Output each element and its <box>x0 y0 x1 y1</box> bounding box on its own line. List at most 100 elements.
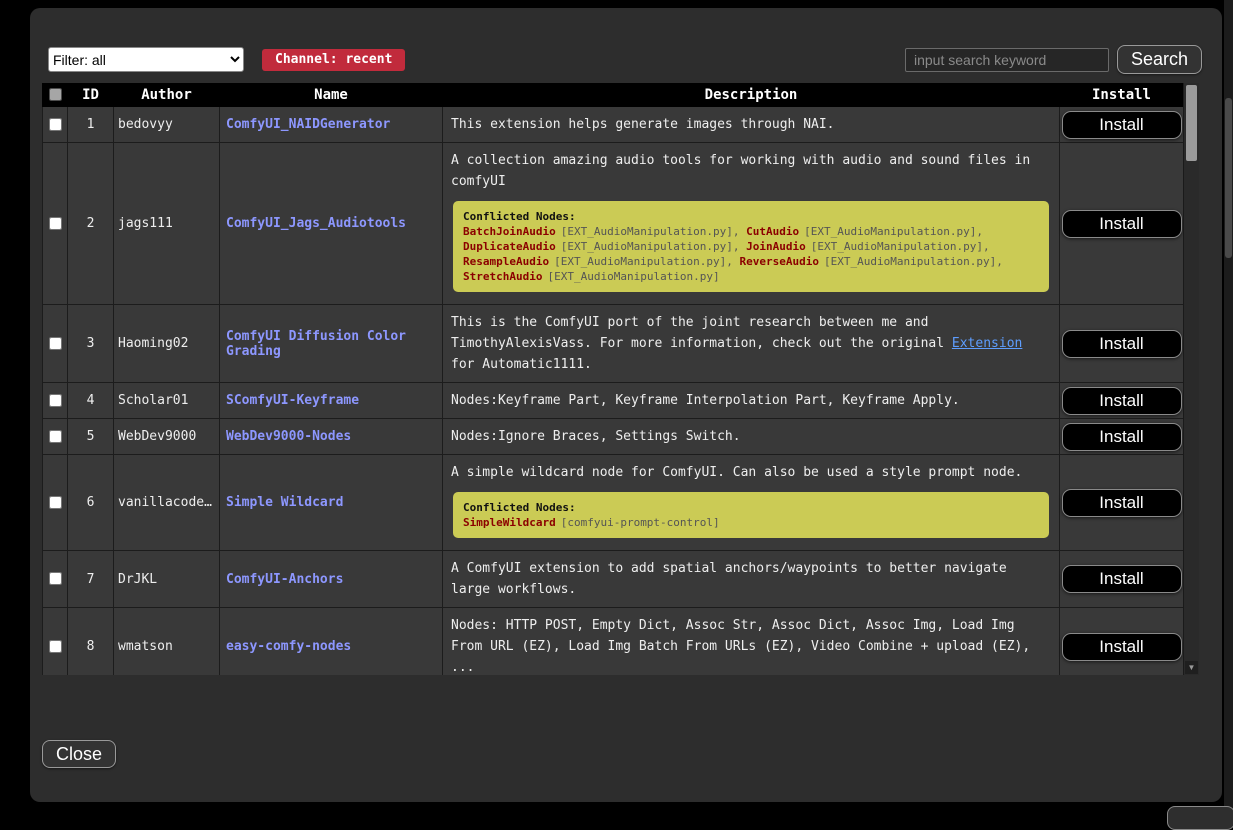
conflict-node-name: SimpleWildcard <box>463 516 556 529</box>
col-header-select <box>43 84 68 107</box>
partial-button-bottom-right[interactable] <box>1167 806 1233 830</box>
install-button[interactable]: Install <box>1062 330 1182 358</box>
scroll-down-button[interactable]: ▼ <box>1185 661 1198 674</box>
node-name-link[interactable]: ComfyUI_NAIDGenerator <box>226 117 390 132</box>
page-scrollbar[interactable] <box>1224 0 1233 815</box>
install-button[interactable]: Install <box>1062 210 1182 238</box>
node-name-cell: ComfyUI_Jags_Audiotools <box>220 143 443 305</box>
node-name-cell: ComfyUI_NAIDGenerator <box>220 107 443 143</box>
select-all-checkbox[interactable] <box>49 88 62 101</box>
node-name-link[interactable]: SComfyUI-Keyframe <box>226 393 359 408</box>
node-author: Scholar01 <box>114 383 220 419</box>
table-row: 4Scholar01 SComfyUI-Keyframe Nodes:Keyfram… <box>43 383 1184 419</box>
search-button[interactable]: Search <box>1117 45 1202 74</box>
row-checkbox[interactable] <box>49 430 62 443</box>
node-name-link[interactable]: easy-comfy-nodes <box>226 639 351 654</box>
conflict-list: BatchJoinAudio [EXT_AudioManipulation.py]… <box>463 224 1039 284</box>
node-description-cell: A collection amazing audio tools for wor… <box>443 143 1060 305</box>
chevron-down-icon: ▼ <box>1188 663 1196 672</box>
node-id: 1 <box>68 107 114 143</box>
table-scrollbar-thumb[interactable] <box>1186 85 1197 161</box>
node-name-cell: Simple Wildcard <box>220 455 443 551</box>
conflict-node-ref: [EXT_AudioManipulation.py], <box>561 225 746 238</box>
row-select-cell <box>43 107 68 143</box>
node-author: Haoming02 <box>114 305 220 383</box>
node-id: 3 <box>68 305 114 383</box>
conflicted-nodes-box: Conflicted Nodes:SimpleWildcard [comfyui-… <box>453 492 1049 538</box>
conflict-node-name: DuplicateAudio <box>463 240 556 253</box>
conflict-node-name: ResampleAudio <box>463 255 549 268</box>
conflict-node-ref: [comfyui-prompt-control] <box>561 516 720 529</box>
node-name-link[interactable]: ComfyUI_Jags_Audiotools <box>226 216 406 231</box>
node-name-cell: WebDev9000-Nodes <box>220 419 443 455</box>
description-link[interactable]: Extension <box>952 336 1022 351</box>
node-description-cell: This is the ComfyUI port of the joint re… <box>443 305 1060 383</box>
node-name-link[interactable]: ComfyUI-Anchors <box>226 572 343 587</box>
table-viewport: ID Author Name Description Install 1bedo… <box>42 83 1183 675</box>
node-id: 6 <box>68 455 114 551</box>
channel-badge: Channel: recent <box>262 49 405 71</box>
row-checkbox[interactable] <box>49 496 62 509</box>
search-input[interactable] <box>905 48 1109 72</box>
install-cell: Install <box>1060 305 1184 383</box>
install-button[interactable]: Install <box>1062 565 1182 593</box>
col-header-description: Description <box>443 84 1060 107</box>
conflict-list: SimpleWildcard [comfyui-prompt-control] <box>463 515 1039 530</box>
node-name-cell: ComfyUI Diffusion Color Grading <box>220 305 443 383</box>
node-name-link[interactable]: ComfyUI Diffusion Color Grading <box>226 329 406 359</box>
col-header-author: Author <box>114 84 220 107</box>
install-cell: Install <box>1060 419 1184 455</box>
table-body: 1bedovyyComfyUI_NAIDGeneratorThis extens… <box>43 107 1184 676</box>
install-button[interactable]: Install <box>1062 387 1182 415</box>
conflict-node-ref: [EXT_AudioManipulation.py], <box>804 225 983 238</box>
install-button[interactable]: Install <box>1062 111 1182 139</box>
node-author: vanillacode… <box>114 455 220 551</box>
row-checkbox[interactable] <box>49 118 62 131</box>
conflict-node-name: BatchJoinAudio <box>463 225 556 238</box>
node-name-link[interactable]: WebDev9000-Nodes <box>226 429 351 444</box>
table-row: 2jags111ComfyUI_Jags_AudiotoolsA collect… <box>43 143 1184 305</box>
conflict-node-ref: [EXT_AudioManipulation.py], <box>811 240 990 253</box>
install-cell: Install <box>1060 107 1184 143</box>
conflict-title: Conflicted Nodes: <box>463 500 1039 515</box>
col-header-id: ID <box>68 84 114 107</box>
node-description: This extension helps generate images thr… <box>451 114 1051 135</box>
install-button[interactable]: Install <box>1062 489 1182 517</box>
install-cell: Install <box>1060 455 1184 551</box>
row-checkbox[interactable] <box>49 640 62 653</box>
node-id: 5 <box>68 419 114 455</box>
node-id: 4 <box>68 383 114 419</box>
row-select-cell <box>43 608 68 676</box>
close-button[interactable]: Close <box>42 740 116 768</box>
conflict-title: Conflicted Nodes: <box>463 209 1039 224</box>
row-checkbox[interactable] <box>49 394 62 407</box>
node-description: A ComfyUI extension to add spatial ancho… <box>451 558 1051 600</box>
install-button[interactable]: Install <box>1062 633 1182 661</box>
row-select-cell <box>43 305 68 383</box>
row-checkbox[interactable] <box>49 337 62 350</box>
row-select-cell <box>43 455 68 551</box>
node-description-cell: A simple wildcard node for ComfyUI. Can … <box>443 455 1060 551</box>
page-scrollbar-thumb[interactable] <box>1225 98 1232 258</box>
node-id: 2 <box>68 143 114 305</box>
table-scrollbar[interactable]: ▼ <box>1183 83 1199 675</box>
node-description: Nodes:Keyframe Part, Keyframe Interpolat… <box>451 390 1051 411</box>
install-cell: Install <box>1060 551 1184 608</box>
node-id: 8 <box>68 608 114 676</box>
install-cell: Install <box>1060 143 1184 305</box>
conflict-node-ref: [EXT_AudioManipulation.py], <box>554 255 739 268</box>
col-header-name: Name <box>220 84 443 107</box>
row-select-cell <box>43 551 68 608</box>
table-row: 3Haoming02ComfyUI Diffusion Color Gradin… <box>43 305 1184 383</box>
conflict-node-ref: [EXT_AudioManipulation.py], <box>824 255 1003 268</box>
row-checkbox[interactable] <box>49 217 62 230</box>
node-name-link[interactable]: Simple Wildcard <box>226 495 343 510</box>
install-cell: Install <box>1060 608 1184 676</box>
node-description: Nodes: HTTP POST, Empty Dict, Assoc Str,… <box>451 615 1051 675</box>
node-description-cell: This extension helps generate images thr… <box>443 107 1060 143</box>
row-checkbox[interactable] <box>49 572 62 585</box>
description-text-pre: This is the ComfyUI port of the joint re… <box>451 315 952 351</box>
node-name-cell: easy-comfy-nodes <box>220 608 443 676</box>
install-button[interactable]: Install <box>1062 423 1182 451</box>
filter-select[interactable]: Filter: all <box>48 47 244 72</box>
